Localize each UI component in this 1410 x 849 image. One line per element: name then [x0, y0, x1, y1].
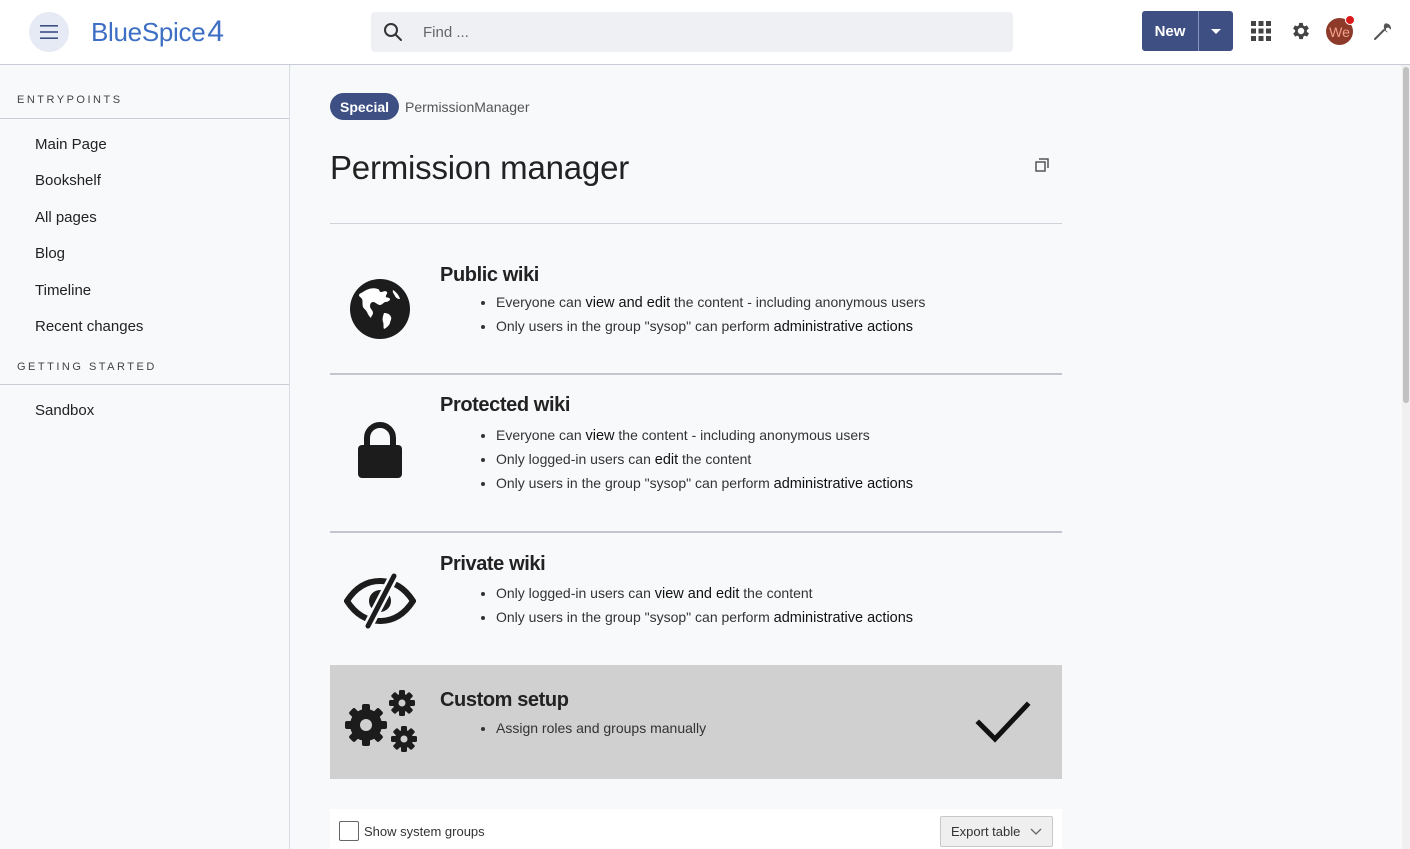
- sidebar-divider: [0, 118, 289, 119]
- checkmark-icon: [975, 701, 1031, 743]
- gears-icon: [345, 690, 417, 752]
- logo-version: 4: [207, 15, 224, 48]
- bullet-item: Only users in the group "sysop" can perf…: [496, 605, 913, 629]
- user-avatar[interactable]: We: [1326, 15, 1355, 45]
- eye-slash-icon: [344, 573, 416, 629]
- settings-gear-icon[interactable]: [1290, 20, 1312, 42]
- option-title: Public wiki: [440, 264, 539, 286]
- bullet-item: Only logged-in users can view and edit t…: [496, 581, 913, 605]
- sidebar-item-all-pages[interactable]: All pages: [35, 209, 97, 226]
- new-dropdown-button[interactable]: [1199, 11, 1233, 51]
- wrench-icon[interactable]: [1372, 20, 1394, 42]
- show-system-groups-checkbox[interactable]: [339, 821, 359, 841]
- option-private-wiki[interactable]: Private wiki Only logged-in users can vi…: [330, 533, 1062, 663]
- page-title: Permission manager: [330, 149, 630, 186]
- bluespice-logo[interactable]: BlueSpice 4: [91, 15, 224, 49]
- sidebar-item-main-page[interactable]: Main Page: [35, 136, 107, 153]
- option-bullets: Only logged-in users can view and edit t…: [496, 581, 913, 629]
- option-custom-setup[interactable]: Custom setup Assign roles and groups man…: [330, 665, 1062, 779]
- title-divider: [330, 223, 1062, 224]
- search-box[interactable]: [371, 12, 1013, 52]
- sidebar-section-title: GETTING STARTED: [17, 361, 157, 373]
- search-input[interactable]: [423, 23, 983, 41]
- namespace-badge[interactable]: Special: [330, 93, 400, 120]
- sidebar-item-blog[interactable]: Blog: [35, 245, 65, 262]
- sidebar: ENTRYPOINTS Main Page Bookshelf All page…: [0, 65, 290, 849]
- main-content: Special PermissionManager Permission man…: [291, 65, 1401, 849]
- bullet-item: Only logged-in users can edit the conten…: [496, 447, 913, 471]
- option-bullets: Everyone can view the content - includin…: [496, 423, 913, 495]
- new-button[interactable]: New: [1142, 11, 1198, 51]
- caret-down-icon: [1211, 28, 1221, 34]
- chevron-down-icon: [1030, 828, 1042, 835]
- apps-grid-icon[interactable]: [1250, 20, 1272, 42]
- sidebar-divider: [0, 384, 289, 385]
- globe-icon: [350, 279, 410, 339]
- option-bullets: Assign roles and groups manually: [496, 716, 706, 740]
- grid-toolbar: Show system groups Export table: [330, 809, 1062, 849]
- top-header: BlueSpice 4 New We: [0, 0, 1410, 65]
- option-title: Protected wiki: [440, 394, 570, 416]
- scrollbar-thumb[interactable]: [1403, 67, 1409, 403]
- option-title: Custom setup: [440, 689, 569, 711]
- lock-icon: [358, 422, 402, 478]
- option-protected-wiki[interactable]: Protected wiki Everyone can view the con…: [330, 375, 1062, 531]
- option-bullets: Everyone can view and edit the content -…: [496, 290, 925, 338]
- avatar-initials: We: [1329, 23, 1350, 40]
- bullet-item: Only users in the group "sysop" can perf…: [496, 314, 925, 338]
- export-table-label: Export table: [951, 824, 1021, 839]
- hamburger-icon: [40, 25, 58, 39]
- new-button-group: New: [1142, 11, 1233, 51]
- sidebar-item-recent-changes[interactable]: Recent changes: [35, 318, 143, 335]
- show-system-groups-label[interactable]: Show system groups: [364, 824, 485, 839]
- page-scrollbar[interactable]: [1402, 65, 1410, 849]
- sidebar-section-title: ENTRYPOINTS: [17, 94, 123, 106]
- sidebar-item-bookshelf[interactable]: Bookshelf: [35, 172, 101, 189]
- option-title: Private wiki: [440, 553, 546, 575]
- logo-text: BlueSpice: [91, 16, 206, 47]
- search-icon: [384, 23, 402, 41]
- notification-dot: [1345, 15, 1355, 25]
- bullet-item: Assign roles and groups manually: [496, 716, 706, 740]
- expand-icon[interactable]: [1035, 158, 1049, 172]
- bullet-item: Only users in the group "sysop" can perf…: [496, 471, 913, 495]
- export-table-button[interactable]: Export table: [940, 816, 1053, 847]
- menu-toggle-button[interactable]: [29, 12, 69, 52]
- sidebar-item-timeline[interactable]: Timeline: [35, 282, 91, 299]
- breadcrumb[interactable]: PermissionManager: [405, 99, 530, 115]
- bullet-item: Everyone can view and edit the content -…: [496, 290, 925, 314]
- option-public-wiki[interactable]: Public wiki Everyone can view and edit t…: [330, 245, 1062, 373]
- sidebar-item-sandbox[interactable]: Sandbox: [35, 402, 94, 419]
- bullet-item: Everyone can view the content - includin…: [496, 423, 913, 447]
